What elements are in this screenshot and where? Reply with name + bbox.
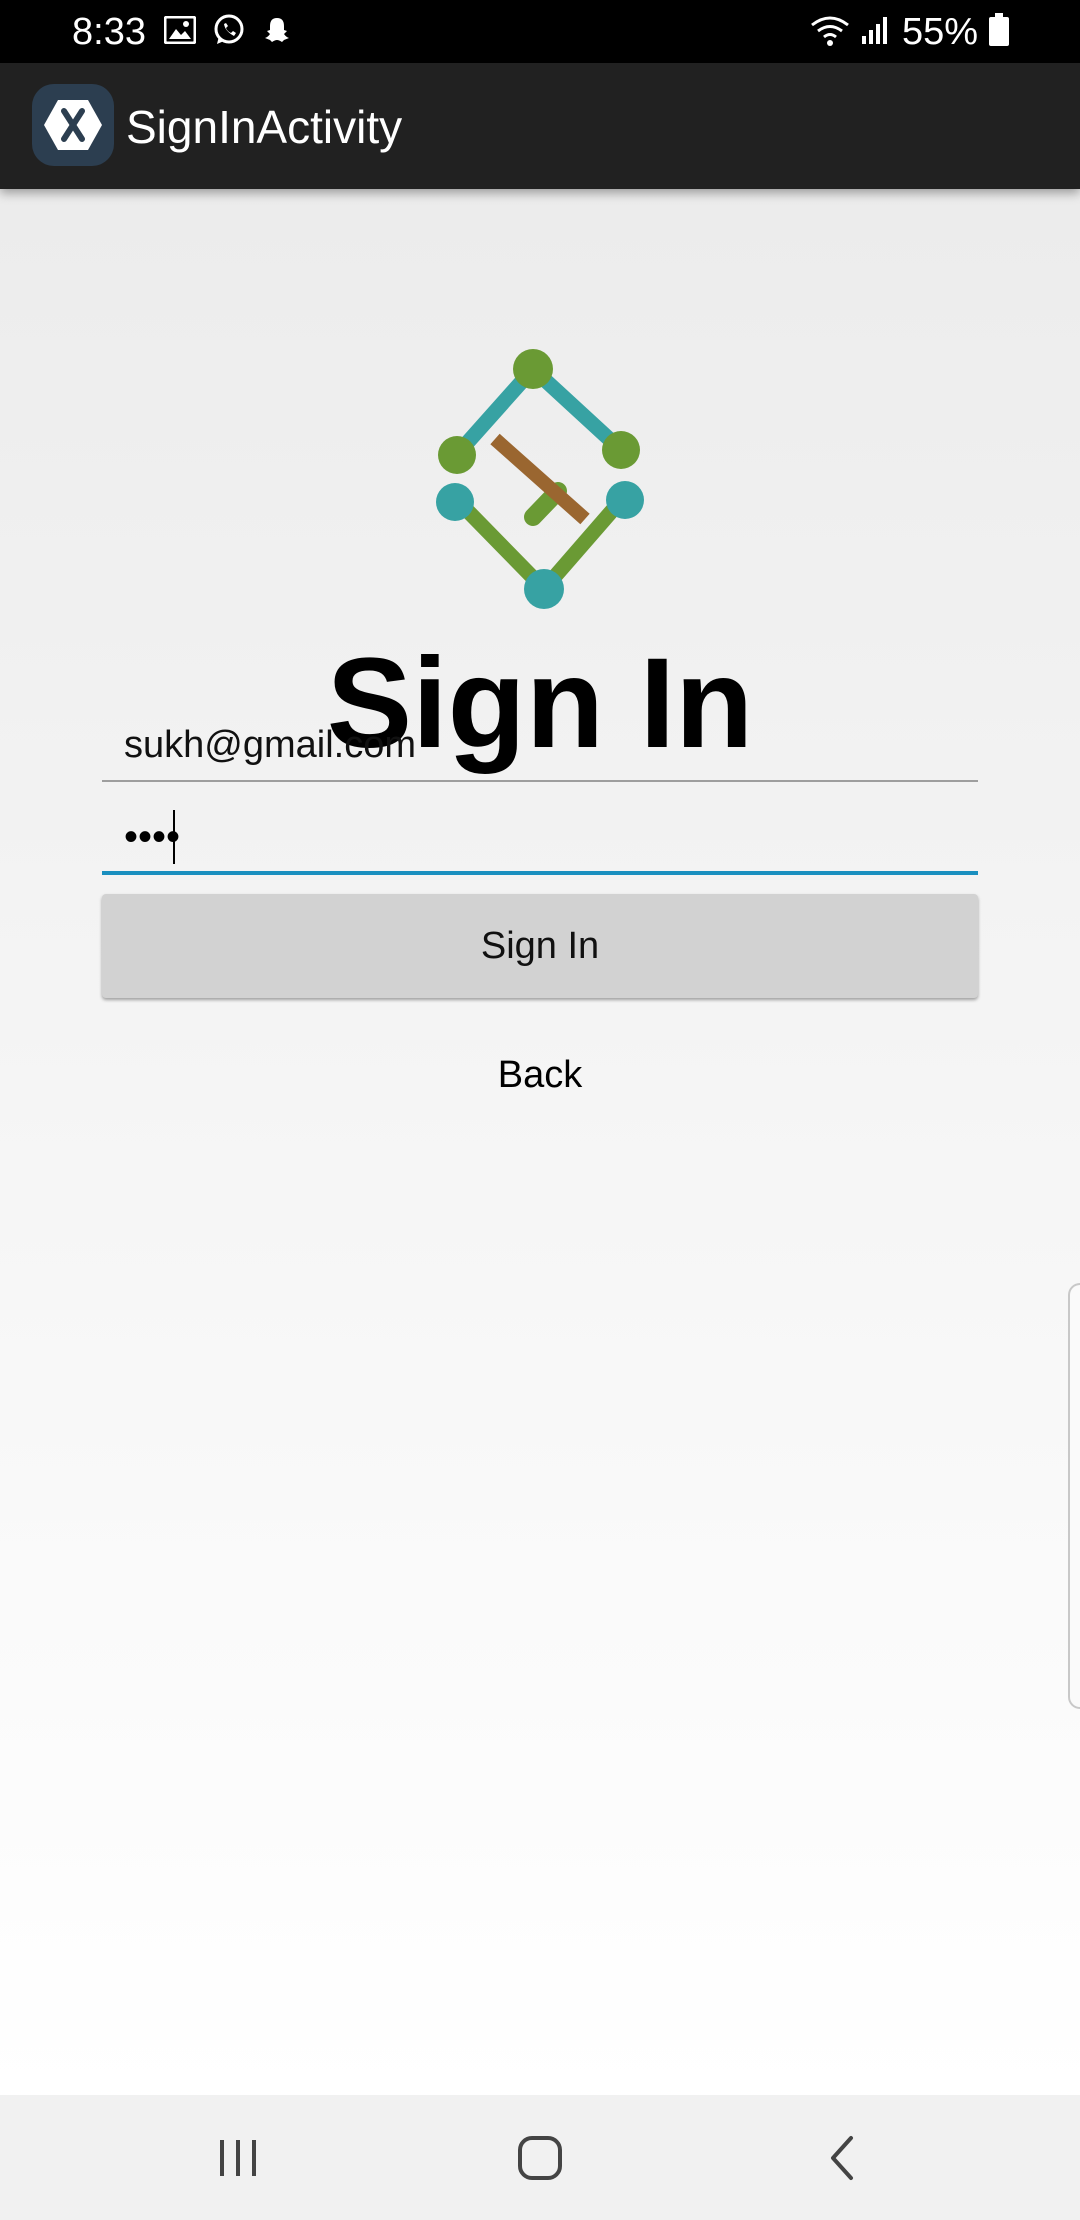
battery-percent: 55% xyxy=(901,11,978,53)
text-cursor xyxy=(173,810,175,864)
whatsapp-icon xyxy=(212,13,246,52)
status-bar: 8:33 55% xyxy=(0,0,1080,63)
sign-in-button[interactable]: Sign In xyxy=(102,894,978,998)
home-icon[interactable] xyxy=(500,2123,580,2193)
brand-logo-icon xyxy=(436,349,644,609)
snapchat-icon xyxy=(262,15,292,50)
signal-icon xyxy=(860,14,892,51)
status-time: 8:33 xyxy=(72,11,146,53)
image-icon xyxy=(163,15,197,49)
signin-content: Sign In xyxy=(0,189,1080,2095)
recent-apps-icon[interactable] xyxy=(198,2123,278,2193)
notification-icons xyxy=(163,13,292,52)
wifi-icon xyxy=(810,13,850,52)
password-field[interactable] xyxy=(102,803,978,875)
xamarin-logo-icon xyxy=(32,84,114,166)
email-field[interactable] xyxy=(102,710,978,782)
back-icon[interactable] xyxy=(802,2123,882,2193)
navigation-bar xyxy=(0,2095,1080,2220)
edge-panel-handle[interactable] xyxy=(1068,1283,1080,1709)
app-bar: SignInActivity xyxy=(0,63,1080,189)
battery-icon xyxy=(988,12,1010,52)
app-title: SignInActivity xyxy=(126,101,403,153)
system-icons: 55% xyxy=(810,10,1010,54)
back-button[interactable]: Back xyxy=(390,1035,690,1115)
